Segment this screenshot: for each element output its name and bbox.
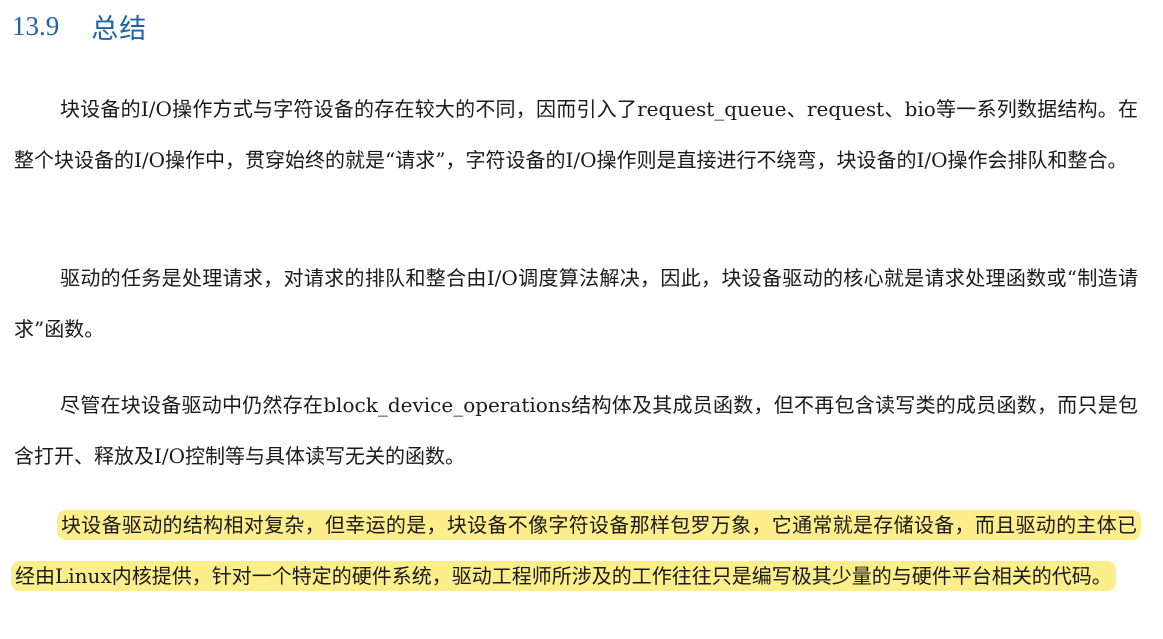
- paragraph-driver-task: 驱动的任务是处理请求，对请求的排队和整合由I/O调度算法解决，因此，块设备驱动的…: [14, 253, 1138, 355]
- paragraph-block-io-overview: 块设备的I/O操作方式与字符设备的存在较大的不同，因而引入了request_qu…: [14, 84, 1138, 186]
- document-page: 13.9 总结 块设备的I/O操作方式与字符设备的存在较大的不同，因而引入了re…: [0, 0, 1163, 639]
- paragraph-block-device-operations: 尽管在块设备驱动中仍然存在block_device_operations结构体及…: [14, 380, 1138, 482]
- paragraph-text: 尽管在块设备驱动中仍然存在block_device_operations结构体及…: [14, 393, 1138, 468]
- section-heading: 13.9 总结: [12, 6, 147, 46]
- highlighted-text: 块设备驱动的结构相对复杂，但幸运的是，块设备不像字符设备那样包罗万象，它通常就是…: [14, 513, 1138, 588]
- section-number: 13.9: [12, 10, 60, 41]
- section-title: 总结: [91, 13, 148, 45]
- paragraph-text: 块设备的I/O操作方式与字符设备的存在较大的不同，因而引入了request_qu…: [14, 97, 1138, 172]
- paragraph-text: 驱动的任务是处理请求，对请求的排队和整合由I/O调度算法解决，因此，块设备驱动的…: [14, 266, 1138, 341]
- paragraph-highlighted-summary: 块设备驱动的结构相对复杂，但幸运的是，块设备不像字符设备那样包罗万象，它通常就是…: [14, 500, 1138, 602]
